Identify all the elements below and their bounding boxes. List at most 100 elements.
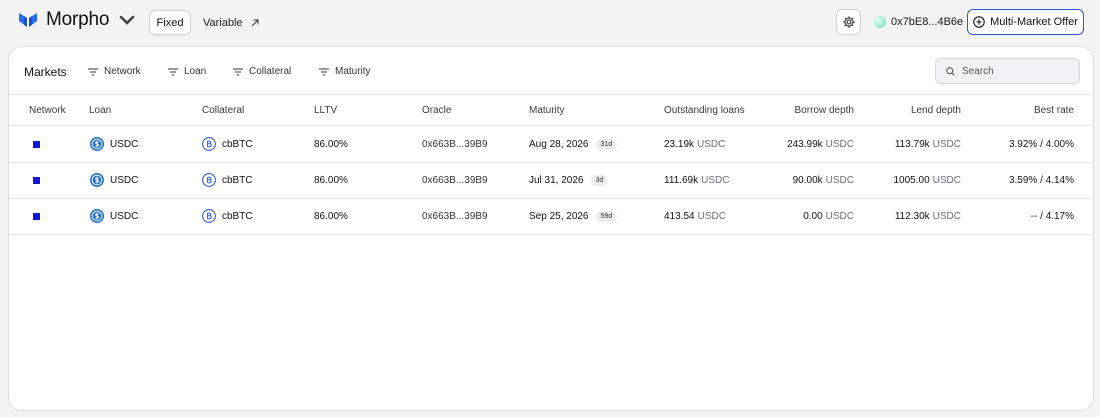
cbbtc-icon (202, 137, 216, 151)
outstanding-value: 413.54 (664, 210, 695, 222)
filter-collateral-label: Collateral (249, 66, 292, 77)
lend-depth-cell: 112.30k USDC (861, 198, 961, 234)
table-row[interactable]: USDC cbBTC 86.00% 0x663B...39B9 Aug 28, … (9, 126, 1093, 162)
borrow-depth-unit: USDC (825, 138, 854, 150)
lend-depth-unit: USDC (932, 210, 961, 222)
wallet-avatar (874, 16, 886, 28)
settings-button[interactable] (836, 9, 861, 35)
outstanding-unit: USDC (697, 138, 726, 150)
borrow-depth-value: 0.00 (803, 210, 823, 222)
borrow-depth-cell: 90.00k USDC (754, 162, 854, 198)
collateral-cell: cbBTC (202, 198, 253, 234)
filter-network[interactable]: Network (88, 66, 141, 77)
loan-symbol: USDC (110, 210, 139, 222)
filter-icon (168, 67, 178, 76)
usdc-icon (90, 137, 104, 151)
outstanding-loans-cell: 413.54 USDC (664, 198, 726, 234)
oracle-address[interactable]: 0x663B...39B9 (422, 198, 488, 234)
loan-cell: USDC (90, 198, 138, 234)
col-oracle: Oracle (422, 105, 452, 116)
maturity-cell: Sep 25, 2026 59d (529, 198, 618, 234)
best-rate-value: 3.92% / 4.00% (1008, 138, 1074, 150)
network-icon (33, 140, 40, 148)
loan-symbol: USDC (110, 174, 139, 186)
outstanding-unit: USDC (701, 174, 730, 186)
cbbtc-icon (202, 209, 216, 223)
outstanding-loans-cell: 111.69k USDC (664, 162, 729, 198)
lltv-value: 86.00% (314, 210, 348, 222)
table-row[interactable]: USDC cbBTC 86.00% 0x663B...39B9 Jul 31, … (9, 162, 1093, 198)
maturity-cell: Jul 31, 2026 3d (529, 162, 609, 198)
wallet-button[interactable]: 0x7bE8...4B6e (874, 13, 963, 31)
filter-loan[interactable]: Loan (168, 66, 206, 77)
borrow-depth-value: 90.00k (792, 174, 823, 186)
collateral-symbol: cbBTC (222, 174, 253, 186)
best-rate-value: 3.59% / 4.14% (1008, 174, 1074, 186)
row-divider (9, 234, 1093, 235)
table-row[interactable]: USDC cbBTC 86.00% 0x663B...39B9 Sep 25, … (9, 198, 1093, 234)
col-outstanding-loans: Outstanding loans (664, 105, 745, 116)
maturity-date: Jul 31, 2026 (529, 174, 584, 186)
tab-fixed[interactable]: Fixed (149, 10, 191, 35)
network-cell (33, 126, 40, 162)
lend-depth-cell: 1005.00 USDC (861, 162, 962, 198)
outstanding-value: 23.19k (664, 138, 695, 150)
maturity-date: Aug 28, 2026 (529, 138, 589, 150)
outstanding-value: 111.69k (664, 174, 699, 186)
maturity-cell: Aug 28, 2026 31d (529, 126, 618, 162)
outstanding-unit: USDC (697, 210, 726, 222)
days-to-maturity-badge: 59d (595, 210, 618, 222)
markets-panel: Markets Network Loan Collateral Maturity… (8, 46, 1094, 411)
col-maturity: Maturity (529, 105, 565, 116)
filter-loan-label: Loan (184, 66, 207, 77)
oracle-address[interactable]: 0x663B...39B9 (422, 126, 488, 162)
search-input[interactable] (962, 65, 1072, 77)
filter-collateral[interactable]: Collateral (233, 66, 291, 77)
days-to-maturity-badge: 31d (595, 138, 618, 150)
usdc-icon (90, 173, 104, 187)
col-collateral: Collateral (202, 105, 245, 116)
top-bar: Morpho Fixed Variable 0x7bE8...4B6e Mult… (0, 0, 1100, 44)
lend-depth-value: 113.79k (894, 138, 930, 150)
borrow-depth-cell: 243.99k USDC (754, 126, 854, 162)
filter-icon (319, 67, 329, 76)
col-loan: Loan (89, 105, 112, 116)
lend-depth-value: 112.30k (894, 210, 930, 222)
tab-variable-label: Variable (203, 16, 243, 29)
days-to-maturity-badge: 3d (590, 174, 609, 186)
gear-icon (842, 16, 855, 28)
lltv-value: 86.00% (314, 138, 348, 150)
oracle-address[interactable]: 0x663B...39B9 (422, 162, 488, 198)
col-lend-depth: Lend depth (910, 105, 961, 116)
search-icon (946, 66, 955, 76)
collateral-symbol: cbBTC (222, 210, 253, 222)
multi-market-offer-button[interactable]: Multi-Market Offer (967, 9, 1084, 35)
search-box[interactable] (935, 58, 1080, 84)
tab-variable[interactable]: Variable (203, 10, 259, 35)
filter-maturity[interactable]: Maturity (319, 66, 371, 77)
usdc-icon (90, 209, 104, 223)
chevron-down-icon (119, 15, 135, 25)
network-icon (33, 176, 40, 184)
markets-title: Markets (24, 65, 67, 79)
network-cell (33, 198, 40, 234)
best-rate-value: -- / 4.17% (1030, 210, 1074, 222)
filter-icon (88, 67, 98, 76)
filter-network-label: Network (104, 66, 141, 77)
multi-market-offer-label: Multi-Market Offer (990, 16, 1078, 28)
lend-depth-unit: USDC (932, 174, 961, 186)
outstanding-loans-cell: 23.19k USDC (664, 126, 725, 162)
lend-depth-unit: USDC (932, 138, 961, 150)
brand-name: Morpho (46, 9, 110, 30)
collateral-cell: cbBTC (202, 162, 253, 198)
col-network: Network (29, 105, 66, 116)
morpho-logo-icon (19, 13, 37, 27)
wallet-address: 0x7bE8...4B6e (891, 16, 964, 28)
external-link-arrow-icon (251, 19, 259, 26)
brand-menu[interactable]: Morpho (18, 9, 137, 31)
filter-icon (233, 67, 243, 76)
toolbar-divider (9, 94, 1093, 95)
lend-depth-value: 1005.00 (893, 174, 930, 186)
borrow-depth-unit: USDC (825, 174, 854, 186)
plus-circle-icon (973, 16, 985, 28)
